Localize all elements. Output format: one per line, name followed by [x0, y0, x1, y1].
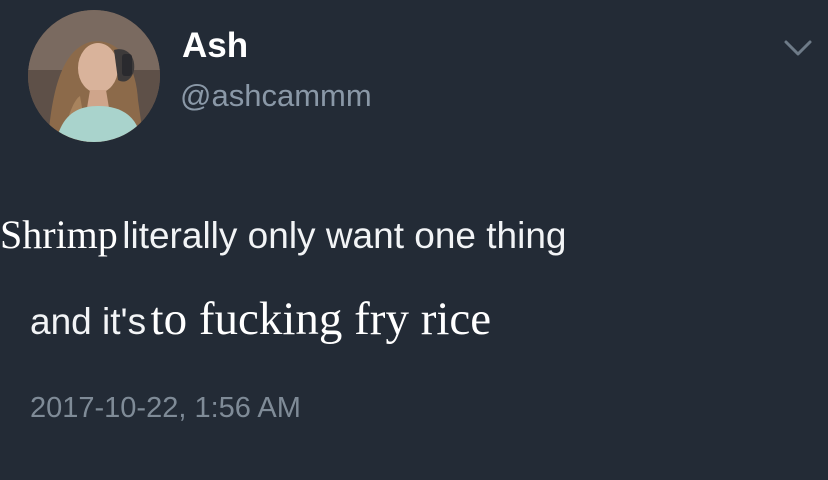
tweet-text-part: literally only want one thing	[122, 215, 567, 256]
chevron-down-icon[interactable]	[778, 34, 818, 62]
tweet-text-line-2: and it's to fucking fry rice	[30, 294, 491, 355]
tweet-text-edited: to fucking fry rice	[150, 293, 492, 345]
avatar[interactable]	[28, 10, 160, 142]
display-name[interactable]: Ash	[182, 26, 248, 66]
tweet-card: Ash @ashcammm Shrimp literally only want…	[0, 0, 828, 480]
tweet-text-shrimp: Shrimp	[0, 212, 118, 257]
user-handle[interactable]: @ashcammm	[180, 78, 372, 114]
tweet-text-part: and it's	[30, 301, 147, 342]
tweet-text-line-1: Shrimp literally only want one thing	[0, 210, 567, 269]
tweet-timestamp[interactable]: 2017-10-22, 1:56 AM	[30, 390, 301, 426]
